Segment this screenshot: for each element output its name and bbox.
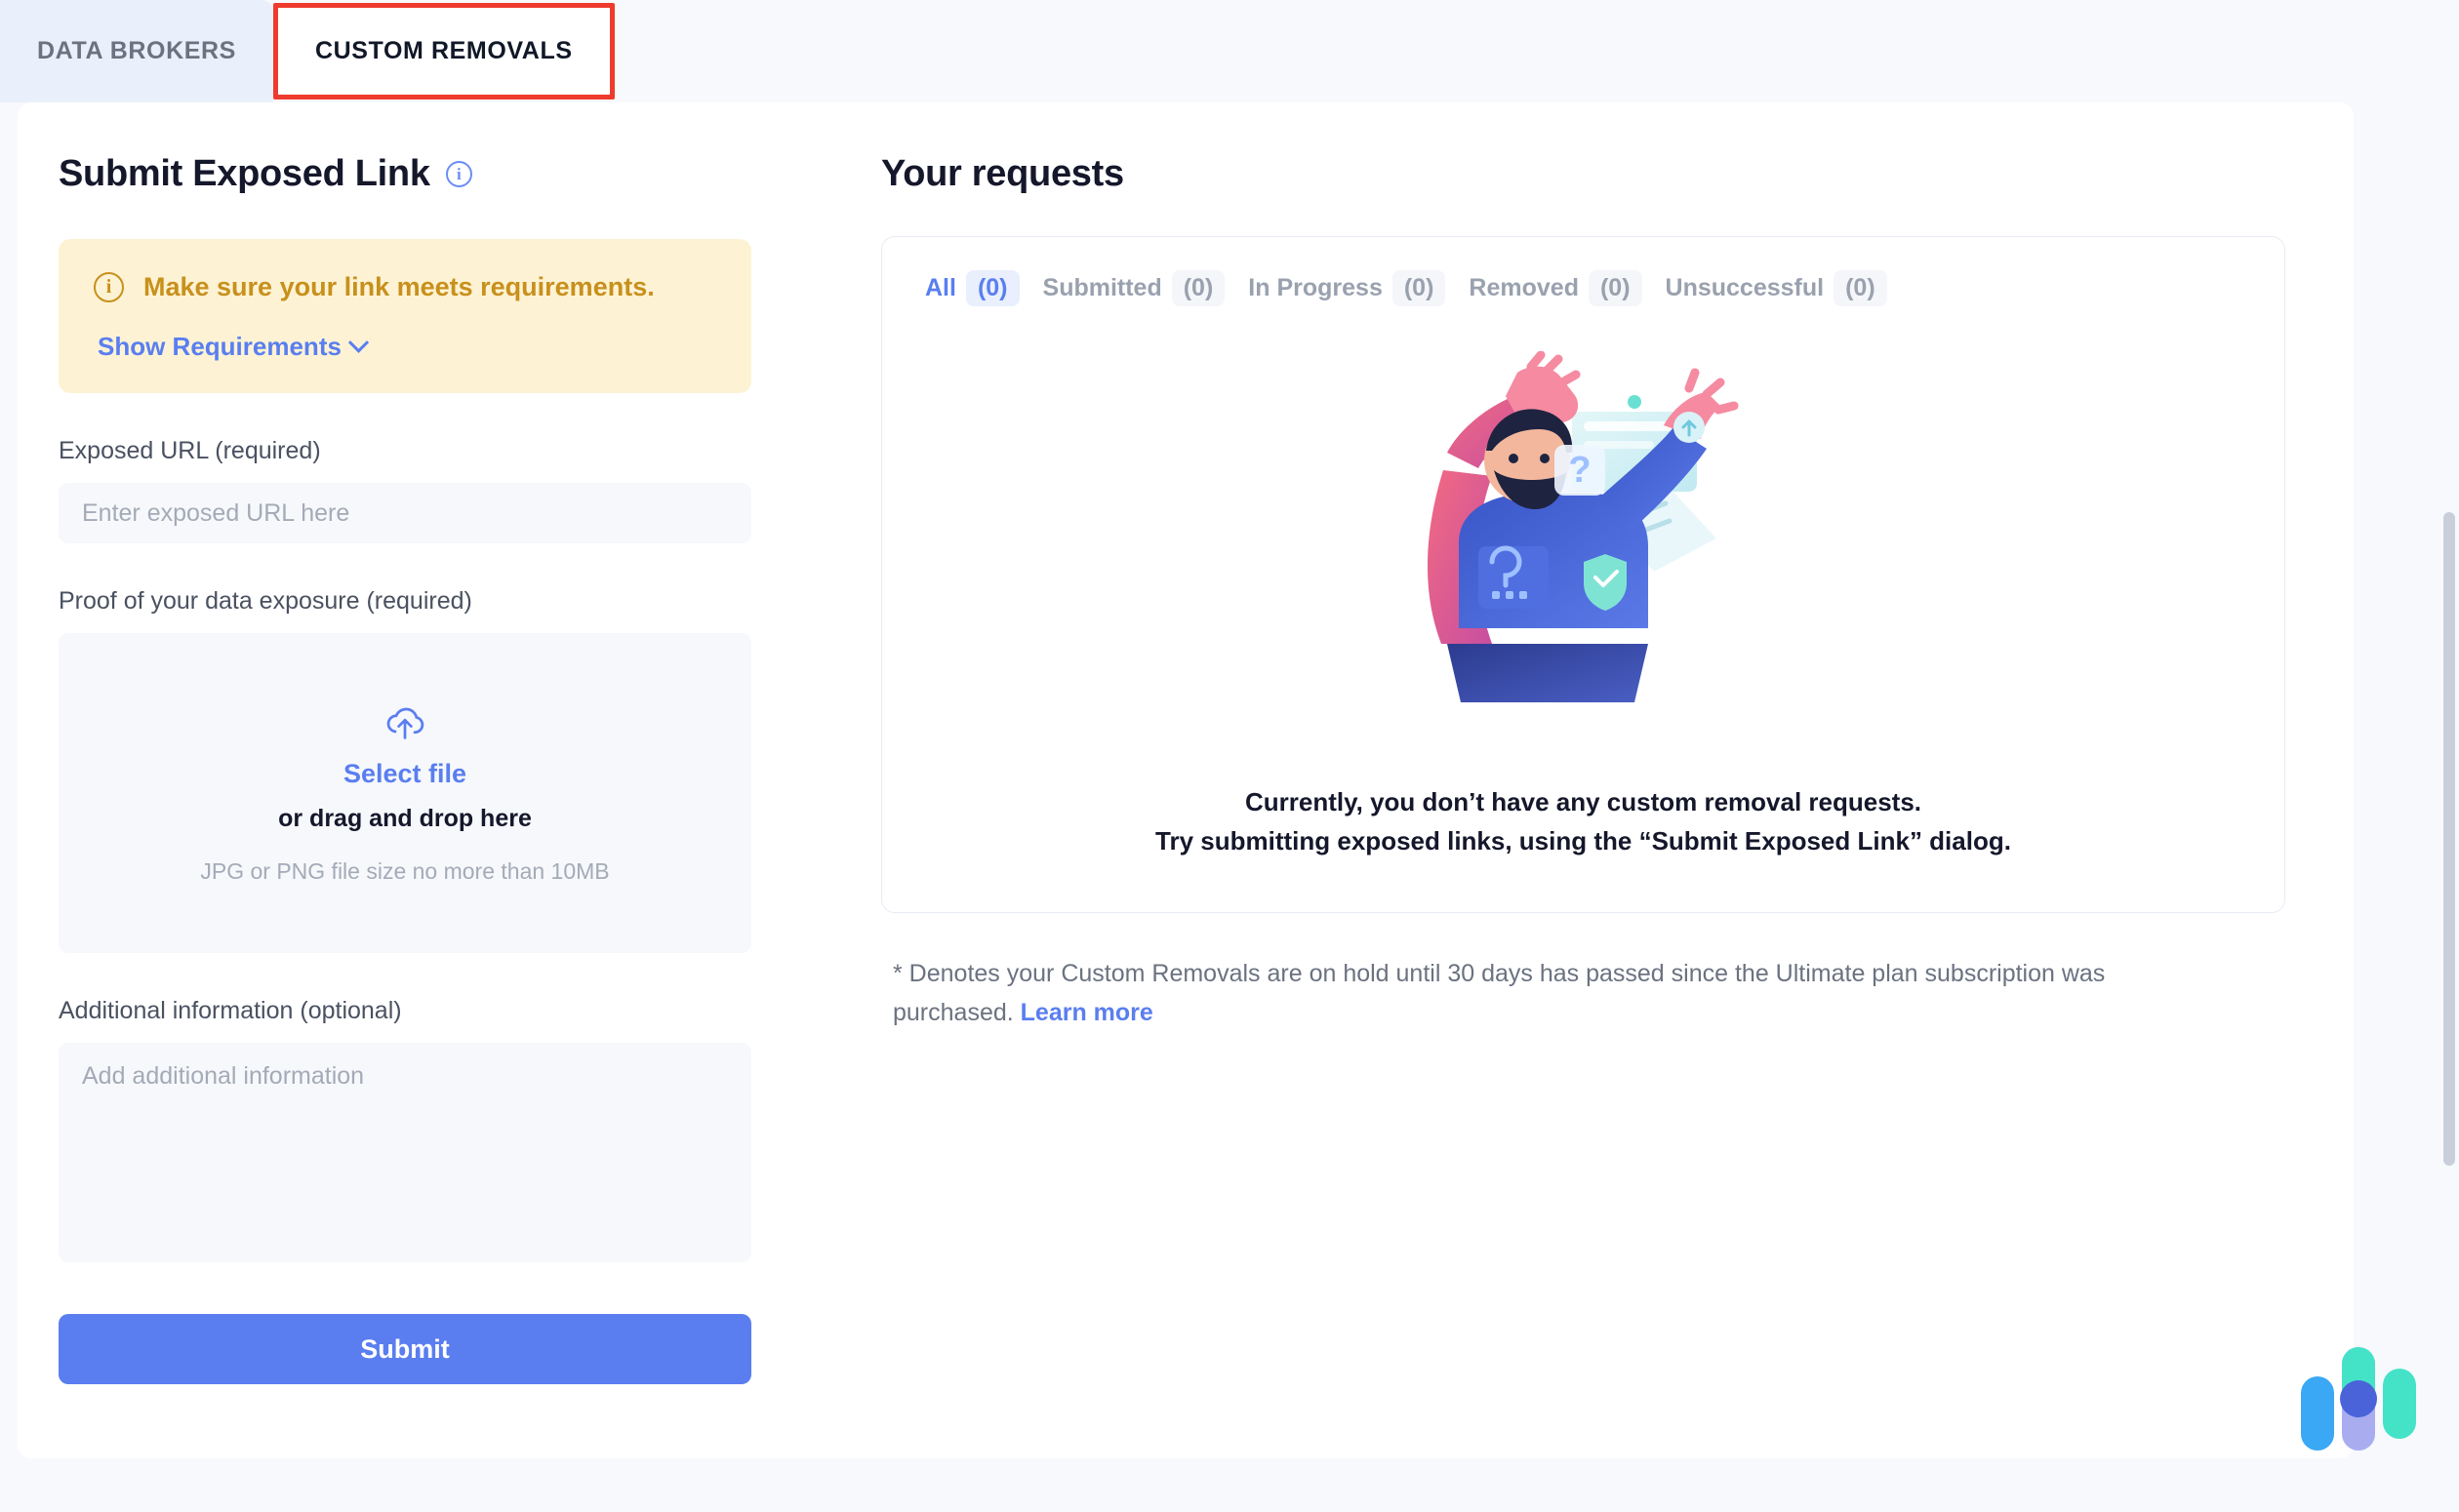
show-requirements-label: Show Requirements: [98, 332, 342, 361]
page-title: Submit Exposed Link i: [59, 153, 852, 195]
upload-cloud-icon: [386, 707, 424, 739]
requirements-notice: i Make sure your link meets requirements…: [59, 239, 751, 393]
page-canvas: Submit Exposed Link i i Make sure your l…: [0, 102, 2459, 1512]
additional-info-label: Additional information (optional): [59, 997, 402, 1024]
content-card: Submit Exposed Link i i Make sure your l…: [18, 102, 2354, 1458]
submit-button[interactable]: Submit: [59, 1314, 751, 1384]
filter-in-progress-label: In Progress: [1248, 274, 1383, 301]
filter-all[interactable]: All (0): [917, 266, 1028, 310]
submit-exposed-link-panel: Submit Exposed Link i i Make sure your l…: [18, 102, 852, 1458]
proof-label: Proof of your data exposure (required): [59, 587, 472, 615]
filter-all-label: All: [925, 274, 956, 301]
your-requests-panel: Your requests All (0) Submitted (0) In P…: [852, 102, 2354, 1458]
filter-unsuccessful[interactable]: Unsuccessful (0): [1658, 266, 1895, 310]
tab-custom-removals[interactable]: CUSTOM REMOVALS: [272, 3, 615, 99]
footnote: * Denotes your Custom Removals are on ho…: [881, 954, 2208, 1033]
request-filter-tabs: All (0) Submitted (0) In Progress (0) Re…: [911, 266, 2255, 310]
filter-in-progress-count: (0): [1391, 270, 1446, 306]
tab-bar: DATA BROKERS CUSTOM REMOVALS: [0, 0, 2459, 102]
empty-state-line-2: Try submitting exposed links, using the …: [1155, 826, 2011, 856]
filter-removed[interactable]: Removed (0): [1461, 266, 1649, 310]
filter-unsuccessful-count: (0): [1834, 270, 1887, 306]
scrollbar-thumb[interactable]: [2443, 512, 2455, 1166]
requests-container: All (0) Submitted (0) In Progress (0) Re…: [881, 236, 2285, 913]
chevron-down-icon: [347, 332, 370, 353]
drag-drop-label: or drag and drop here: [278, 804, 532, 832]
filter-submitted-label: Submitted: [1042, 274, 1162, 301]
filter-all-count: (0): [965, 270, 1020, 306]
learn-more-link[interactable]: Learn more: [1021, 999, 1153, 1026]
tab-data-brokers-label: DATA BROKERS: [37, 37, 236, 64]
empty-state-message: Currently, you don’t have any custom rem…: [911, 782, 2255, 861]
select-file-link[interactable]: Select file: [343, 759, 466, 789]
notice-text: Make sure your link meets requirements.: [143, 272, 655, 301]
svg-text:?: ?: [1568, 450, 1591, 491]
exposed-url-label: Exposed URL (required): [59, 437, 321, 464]
person-with-documents-illustration: ?: [1427, 351, 1738, 702]
empty-state-illustration-wrap: ?: [911, 351, 2255, 741]
filter-unsuccessful-label: Unsuccessful: [1665, 274, 1825, 301]
filter-submitted[interactable]: Submitted (0): [1035, 266, 1233, 310]
chat-widget[interactable]: [2293, 1343, 2418, 1455]
tab-data-brokers[interactable]: DATA BROKERS: [0, 0, 273, 102]
filter-in-progress[interactable]: In Progress (0): [1240, 266, 1453, 310]
file-hint-label: JPG or PNG file size no more than 10MB: [200, 857, 610, 884]
show-requirements-link[interactable]: Show Requirements: [98, 332, 370, 362]
filter-removed-count: (0): [1588, 270, 1642, 306]
info-icon: i: [94, 272, 124, 302]
filter-removed-label: Removed: [1469, 274, 1579, 301]
page-title-text: Submit Exposed Link: [59, 153, 430, 194]
file-dropzone[interactable]: Select file or drag and drop here JPG or…: [59, 633, 751, 953]
filter-submitted-count: (0): [1171, 270, 1226, 306]
requests-title: Your requests: [881, 153, 1124, 194]
info-icon[interactable]: i: [445, 161, 472, 187]
empty-state-line-1: Currently, you don’t have any custom rem…: [1244, 787, 1922, 816]
tab-custom-removals-label: CUSTOM REMOVALS: [314, 37, 573, 64]
additional-info-textarea[interactable]: [59, 1043, 751, 1262]
exposed-url-input[interactable]: [59, 483, 751, 543]
